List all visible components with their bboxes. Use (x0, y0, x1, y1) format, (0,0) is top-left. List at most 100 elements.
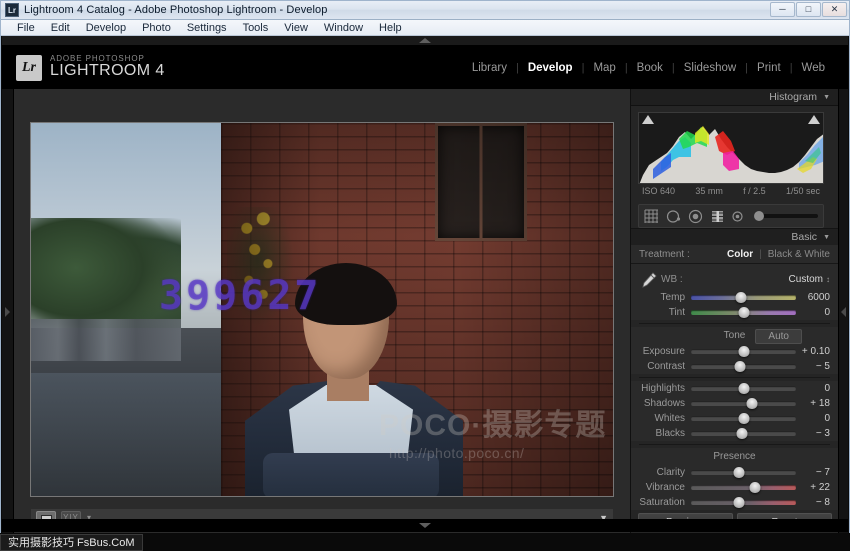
wb-value-text: Custom (789, 274, 823, 285)
minimize-button[interactable]: ─ (770, 2, 795, 17)
exif-shutter: 1/50 sec (786, 186, 820, 196)
slider-highlights[interactable]: Highlights 0 (631, 381, 838, 396)
maximize-button[interactable]: □ (796, 2, 821, 17)
shadow-clipping-icon[interactable] (642, 115, 654, 124)
slider-contrast[interactable]: Contrast − 5 (631, 359, 838, 374)
treatment-bw-option[interactable]: Black & White (768, 249, 830, 260)
slider-track[interactable] (691, 349, 796, 354)
module-print[interactable]: Print (748, 62, 790, 74)
slider-label: Whites (639, 413, 691, 424)
slider-track[interactable] (691, 310, 796, 315)
treatment-color-option[interactable]: Color (727, 249, 753, 260)
top-panel-toggle[interactable] (2, 36, 848, 46)
slider-label: Vibrance (639, 482, 691, 493)
menu-tools[interactable]: Tools (235, 20, 277, 35)
photo-frame[interactable]: 399627 POCO·摄影专题 http://photo.poco.cn/ (30, 122, 614, 497)
slider-label: Saturation (639, 497, 691, 508)
slider-exposure[interactable]: Exposure + 0.10 (631, 344, 838, 359)
auto-tone-button[interactable]: Auto (755, 329, 802, 344)
wb-preset-value[interactable]: Custom↕ (789, 274, 830, 285)
menu-help[interactable]: Help (371, 20, 410, 35)
menu-file[interactable]: File (9, 20, 43, 35)
poco-watermark: POCO·摄影专题 (379, 411, 606, 441)
exif-focal: 35 mm (695, 186, 723, 196)
slider-knob[interactable] (734, 467, 745, 478)
slider-knob[interactable] (737, 428, 748, 439)
module-slideshow[interactable]: Slideshow (675, 62, 745, 74)
menu-settings[interactable]: Settings (179, 20, 235, 35)
menu-edit[interactable]: Edit (43, 20, 78, 35)
highlight-clipping-icon[interactable] (808, 115, 820, 124)
exif-aperture: f / 2.5 (743, 186, 766, 196)
slider-knob[interactable] (750, 482, 761, 493)
slider-track[interactable] (691, 401, 796, 406)
menu-photo[interactable]: Photo (134, 20, 179, 35)
right-panel-toggle[interactable] (838, 89, 848, 534)
slider-track[interactable] (691, 485, 796, 490)
identity-plate[interactable]: Lr ADOBE PHOTOSHOP LIGHTROOM 4 (16, 55, 165, 81)
slider-track[interactable] (691, 386, 796, 391)
slider-knob[interactable] (738, 346, 749, 357)
graduated-filter-icon[interactable] (710, 209, 725, 224)
module-map[interactable]: Map (584, 62, 624, 74)
slider-label: Shadows (639, 398, 691, 409)
slider-knob[interactable] (734, 497, 745, 508)
slider-knob[interactable] (738, 413, 749, 424)
slider-knob[interactable] (738, 307, 749, 318)
slider-label: Blacks (639, 428, 691, 439)
chevron-down-icon[interactable]: ▼ (823, 234, 830, 241)
module-library[interactable]: Library (463, 62, 516, 74)
slider-track[interactable] (691, 500, 796, 505)
red-eye-icon[interactable] (688, 209, 703, 224)
slider-knob[interactable] (746, 398, 757, 409)
white-balance-selector-icon[interactable] (638, 271, 658, 289)
application-window: Lr Lightroom 4 Catalog - Adobe Photoshop… (0, 0, 850, 551)
histogram-panel: ISO 640 35 mm f / 2.5 1/50 sec (631, 106, 838, 199)
slider-track[interactable] (691, 470, 796, 475)
slider-track[interactable] (691, 416, 796, 421)
lightroom-logo-icon: Lr (16, 55, 42, 81)
slider-shadows[interactable]: Shadows + 18 (631, 396, 838, 411)
slider-saturation[interactable]: Saturation − 8 (631, 495, 838, 510)
menu-develop[interactable]: Develop (78, 20, 134, 35)
poco-watermark-url: http://photo.poco.cn/ (389, 445, 524, 461)
menu-window[interactable]: Window (316, 20, 371, 35)
slider-track[interactable] (691, 364, 796, 369)
slider-blacks[interactable]: Blacks − 3 (631, 426, 838, 441)
slider-temp[interactable]: Temp 6000 (631, 290, 838, 305)
slider-track[interactable] (691, 431, 796, 436)
slider-value: 0 (796, 413, 830, 424)
adjustment-brush-icon[interactable] (732, 210, 745, 223)
image-canvas: 399627 POCO·摄影专题 http://photo.poco.cn/ Y… (14, 89, 630, 534)
left-panel-toggle[interactable] (2, 89, 14, 534)
title-bar: Lr Lightroom 4 Catalog - Adobe Photoshop… (1, 1, 849, 20)
brush-size-slider[interactable] (754, 214, 818, 218)
slider-clarity[interactable]: Clarity − 7 (631, 465, 838, 480)
basic-header[interactable]: Basic ▼ (631, 229, 838, 245)
filmstrip-toggle[interactable] (2, 519, 848, 532)
module-develop[interactable]: Develop (519, 62, 582, 74)
slider-knob[interactable] (735, 361, 746, 372)
chevron-right-icon (5, 307, 10, 317)
histogram-graph[interactable] (638, 112, 824, 184)
histogram-header[interactable]: Histogram ▼ (631, 89, 838, 106)
slider-vibrance[interactable]: Vibrance + 22 (631, 480, 838, 495)
spot-removal-icon[interactable] (666, 209, 681, 224)
taskbar-item[interactable]: 实用摄影技巧 FsBus.CoM (0, 534, 143, 551)
module-web[interactable]: Web (793, 62, 834, 74)
menu-view[interactable]: View (276, 20, 316, 35)
treatment-divider: | (759, 249, 762, 260)
slider-tint[interactable]: Tint 0 (631, 305, 838, 320)
slider-value: − 3 (796, 428, 830, 439)
slider-whites[interactable]: Whites 0 (631, 411, 838, 426)
crop-icon[interactable] (644, 209, 659, 224)
chevron-left-icon (841, 307, 846, 317)
slider-knob[interactable] (738, 383, 749, 394)
close-button[interactable]: ✕ (822, 2, 847, 17)
slider-knob[interactable] (736, 292, 747, 303)
module-book[interactable]: Book (628, 62, 672, 74)
chevron-down-icon[interactable]: ▼ (823, 94, 830, 101)
slider-track[interactable] (691, 295, 796, 300)
treatment-label: Treatment : (639, 249, 690, 260)
slider-value: 0 (796, 383, 830, 394)
